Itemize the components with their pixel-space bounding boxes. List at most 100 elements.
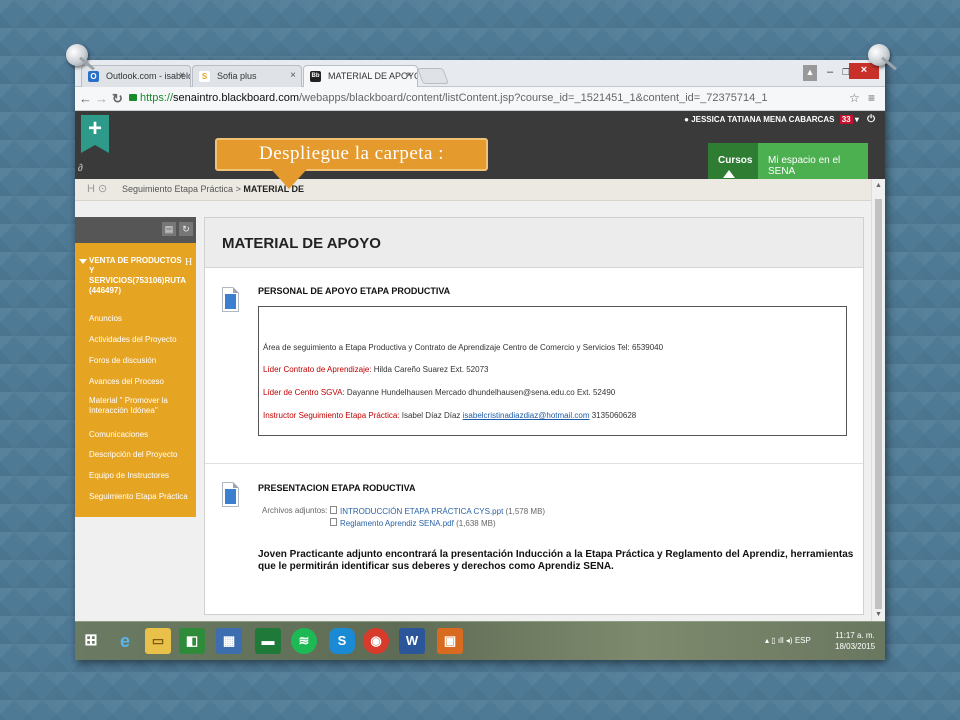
close-tab-icon[interactable]: × bbox=[179, 70, 185, 81]
attachments-label: Archivos adjuntos: bbox=[262, 506, 328, 515]
signal-icon[interactable]: ıll bbox=[778, 636, 784, 645]
user-icon: ● bbox=[684, 115, 689, 124]
sidebar-item-actividades[interactable]: Actividades del Proyecto bbox=[89, 335, 194, 345]
file-icon bbox=[330, 506, 337, 514]
lider-contrato-label: Líder Contrato de Aprendizaje: bbox=[263, 365, 372, 374]
pushpin-left-icon bbox=[66, 44, 88, 66]
skype-icon[interactable]: S bbox=[329, 628, 355, 654]
user-menu[interactable]: ● JESSICA TATIANA MENA CABARCAS 33 ▾ ⏻ bbox=[684, 114, 875, 125]
lider-centro-label: Líder de Centro SGVA: bbox=[263, 388, 345, 397]
contact-info-box: Área de seguimiento a Etapa Productiva y… bbox=[258, 306, 847, 436]
screenshot-frame: O Outlook.com - isabelcristi × S Sofia p… bbox=[75, 60, 885, 660]
sidebar-item-seguimiento[interactable]: Seguimiento Etapa Práctica bbox=[89, 492, 194, 502]
chrome-icon[interactable]: ◉ bbox=[363, 628, 389, 654]
app-grid-icon[interactable]: ▦ bbox=[216, 628, 242, 654]
callout-pointer bbox=[271, 169, 307, 189]
course-menu-toolbar: ▤ ↻ bbox=[75, 217, 196, 243]
system-tray[interactable]: ▴ ▯ ıll ◂) ESP bbox=[765, 636, 811, 645]
refresh-icon[interactable]: ↻ bbox=[179, 222, 193, 236]
bookmark-star-icon[interactable]: ☆ bbox=[849, 91, 860, 105]
page-scrollbar[interactable]: ▲ ▼ bbox=[871, 179, 885, 621]
windows-start-icon[interactable]: ⊞ bbox=[78, 628, 104, 654]
course-title[interactable]: VENTA DE PRODUCTOS Y SERVICIOS(753106)RU… bbox=[89, 256, 189, 296]
outlook-icon: O bbox=[88, 71, 99, 82]
tab-sofia-plus[interactable]: S Sofia plus × bbox=[192, 65, 302, 87]
sidebar-item-foros[interactable]: Foros de discusión bbox=[89, 356, 194, 366]
address-bar: ← → ↻ https://senaintro.blackboard.com/w… bbox=[75, 87, 885, 111]
spotify-icon[interactable]: ≋ bbox=[291, 628, 317, 654]
browser-tab-bar: O Outlook.com - isabelcristi × S Sofia p… bbox=[75, 60, 885, 87]
breadcrumb: H ⊙ Seguimiento Etapa Práctica > MATERIA… bbox=[75, 179, 871, 201]
battery-icon[interactable]: ▯ bbox=[771, 636, 775, 645]
minimize-icon[interactable]: – bbox=[823, 65, 837, 81]
back-arrow-icon[interactable]: ← bbox=[79, 91, 92, 106]
word-icon[interactable]: W bbox=[399, 628, 425, 654]
sofia-plus-icon: S bbox=[199, 71, 210, 82]
chevron-down-icon[interactable]: ▾ bbox=[855, 115, 859, 124]
home-icon[interactable]: H ⊙ bbox=[87, 182, 107, 195]
file-explorer-icon[interactable]: ▭ bbox=[145, 628, 171, 654]
document-icon bbox=[222, 482, 239, 507]
add-menu-plus-icon[interactable]: + bbox=[81, 115, 109, 145]
attachment-name[interactable]: Reglamento Aprendiz SENA.pdf bbox=[340, 519, 454, 528]
item-divider bbox=[205, 463, 863, 464]
clock-time: 11:17 a. m. bbox=[835, 631, 875, 640]
sidebar-item-equipo[interactable]: Equipo de Instructores bbox=[89, 471, 194, 481]
blackboard-icon: Bb bbox=[310, 71, 321, 82]
instructor-value: Isabel Díaz Díaz bbox=[399, 411, 463, 420]
forward-arrow-icon[interactable]: → bbox=[95, 91, 108, 106]
tray-arrow-icon[interactable]: ▴ bbox=[765, 636, 769, 645]
user-profile-icon[interactable]: ▲ bbox=[803, 65, 817, 81]
scroll-up-icon[interactable]: ▲ bbox=[875, 182, 882, 189]
user-name: JESSICA TATIANA MENA CABARCAS bbox=[691, 115, 835, 124]
instructor-phone: 3135060628 bbox=[589, 411, 637, 420]
close-tab-icon[interactable]: × bbox=[290, 70, 296, 81]
tab-material-de-apoyo[interactable]: Bb MATERIAL DE APOYO – W × bbox=[303, 65, 418, 87]
url-host: senaintro.blackboard.com bbox=[173, 92, 299, 104]
info-line-lider-centro: Líder de Centro SGVA: Dayanne Hundelhaus… bbox=[263, 388, 615, 397]
money-app-icon[interactable]: ▬ bbox=[255, 628, 281, 654]
language-indicator[interactable]: ESP bbox=[795, 636, 811, 645]
sidebar-item-comunicaciones[interactable]: Comunicaciones bbox=[89, 430, 194, 440]
attachment-link[interactable]: Reglamento Aprendiz SENA.pdf (1,638 MB) bbox=[330, 518, 496, 528]
folder-view-icon[interactable]: ▤ bbox=[162, 222, 176, 236]
menu-icon[interactable]: ≡ bbox=[868, 91, 875, 105]
scroll-down-icon[interactable]: ▼ bbox=[875, 611, 882, 618]
url-input[interactable]: https://senaintro.blackboard.com/webapps… bbox=[129, 89, 841, 109]
collapse-triangle-icon[interactable] bbox=[79, 259, 87, 264]
breadcrumb-parent[interactable]: Seguimiento Etapa Práctica bbox=[122, 184, 233, 194]
content-area: MATERIAL DE APOYO PERSONAL DE APOYO ETAP… bbox=[204, 217, 864, 615]
power-icon[interactable]: ⏻ bbox=[867, 114, 875, 125]
breadcrumb-separator: > bbox=[235, 184, 241, 194]
scrollbar-thumb[interactable] bbox=[875, 199, 882, 609]
sidebar-item-avances[interactable]: Avances del Proceso bbox=[89, 377, 194, 387]
tab-outlook[interactable]: O Outlook.com - isabelcristi × bbox=[81, 65, 191, 87]
course-menu: ▤ ↻ VENTA DE PRODUCTOS Y SERVICIOS(75310… bbox=[75, 217, 196, 517]
instruction-callout: Despliegue la carpeta : bbox=[215, 138, 488, 171]
link-icon: ∂ bbox=[78, 163, 83, 174]
taskbar-clock[interactable]: 11:17 a. m. 18/03/2015 bbox=[835, 630, 875, 652]
info-line-instructor: Instructor Seguimiento Etapa Práctica: I… bbox=[263, 411, 636, 420]
instructor-email-link[interactable]: isabelcristinadiazdiaz@hotmail.com bbox=[463, 411, 590, 420]
close-tab-icon[interactable]: × bbox=[406, 70, 412, 81]
volume-icon[interactable]: ◂) bbox=[786, 636, 793, 645]
url-path: /webapps/blackboard/content/listContent.… bbox=[299, 92, 768, 104]
sidebar-item-anuncios[interactable]: Anuncios bbox=[89, 314, 194, 324]
sidebar-item-material[interactable]: Material " Promover la Interacción Idóne… bbox=[89, 396, 194, 416]
app-icon[interactable]: ▣ bbox=[437, 628, 463, 654]
item-title[interactable]: PRESENTACION ETAPA RODUCTIVA bbox=[258, 483, 416, 493]
page-title: MATERIAL DE APOYO bbox=[205, 218, 863, 268]
internet-explorer-icon[interactable]: e bbox=[112, 628, 138, 654]
attachment-link[interactable]: INTRODUCCIÓN ETAPA PRÁCTICA CYS.ppt (1,5… bbox=[330, 506, 545, 516]
reload-icon[interactable]: ↻ bbox=[112, 91, 123, 107]
item-description: Joven Practicante adjunto encontrará la … bbox=[258, 549, 854, 572]
new-tab-button[interactable] bbox=[417, 68, 449, 84]
attachment-name[interactable]: INTRODUCCIÓN ETAPA PRÁCTICA CYS.ppt bbox=[340, 507, 503, 516]
tab-material-label: MATERIAL DE APOYO – W bbox=[328, 71, 418, 81]
notification-badge[interactable]: 33 bbox=[839, 115, 853, 124]
pushpin-right-icon bbox=[868, 44, 890, 66]
item-title[interactable]: PERSONAL DE APOYO ETAPA PRODUCTIVA bbox=[258, 286, 450, 296]
tab-mi-espacio[interactable]: Mi espacio en el SENA bbox=[758, 143, 868, 179]
sidebar-item-descripcion[interactable]: Descripción del Proyecto bbox=[89, 450, 194, 460]
store-icon[interactable]: ◧ bbox=[179, 628, 205, 654]
